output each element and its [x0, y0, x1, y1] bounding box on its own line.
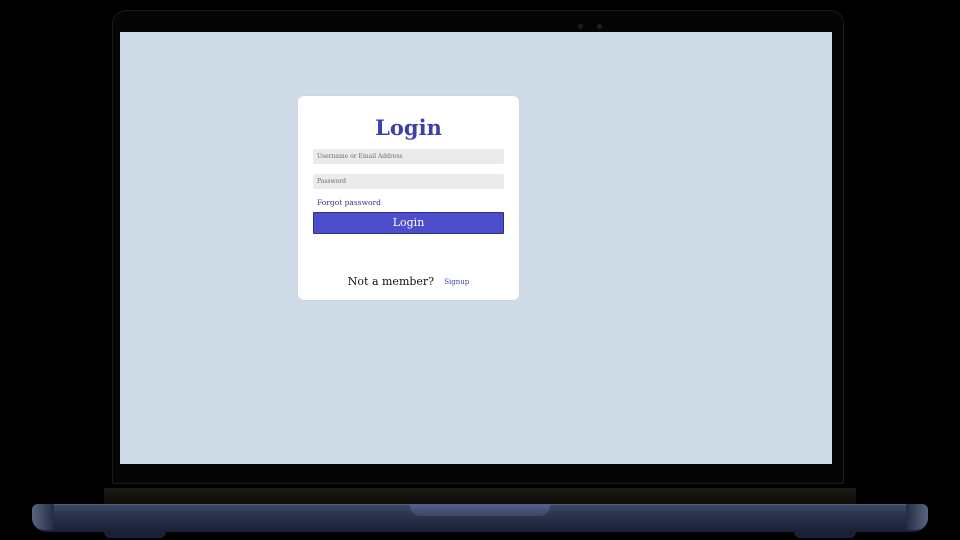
signup-link[interactable]: Signup — [444, 278, 469, 286]
laptop-hinge — [104, 488, 856, 504]
signup-prompt: Not a member? Signup — [298, 271, 519, 288]
login-button[interactable]: Login — [313, 212, 504, 234]
laptop-foot-right — [794, 532, 856, 538]
laptop-screen: Login Forgot password Login Not a member… — [120, 32, 832, 464]
camera-sensor-icon — [597, 24, 602, 29]
laptop-mockup: Login Forgot password Login Not a member… — [0, 0, 960, 540]
laptop-thumb-notch — [410, 504, 550, 516]
not-member-text: Not a member? — [347, 275, 435, 288]
username-input[interactable] — [313, 149, 504, 164]
camera-icon — [578, 24, 583, 29]
laptop-foot-left — [104, 532, 166, 538]
laptop-base-edge-right — [906, 504, 928, 530]
password-input[interactable] — [313, 174, 504, 189]
forgot-password-link[interactable]: Forgot password — [317, 198, 381, 208]
login-card: Login Forgot password Login Not a member… — [298, 96, 519, 300]
laptop-base-edge-left — [32, 504, 54, 530]
login-title: Login — [375, 115, 442, 140]
